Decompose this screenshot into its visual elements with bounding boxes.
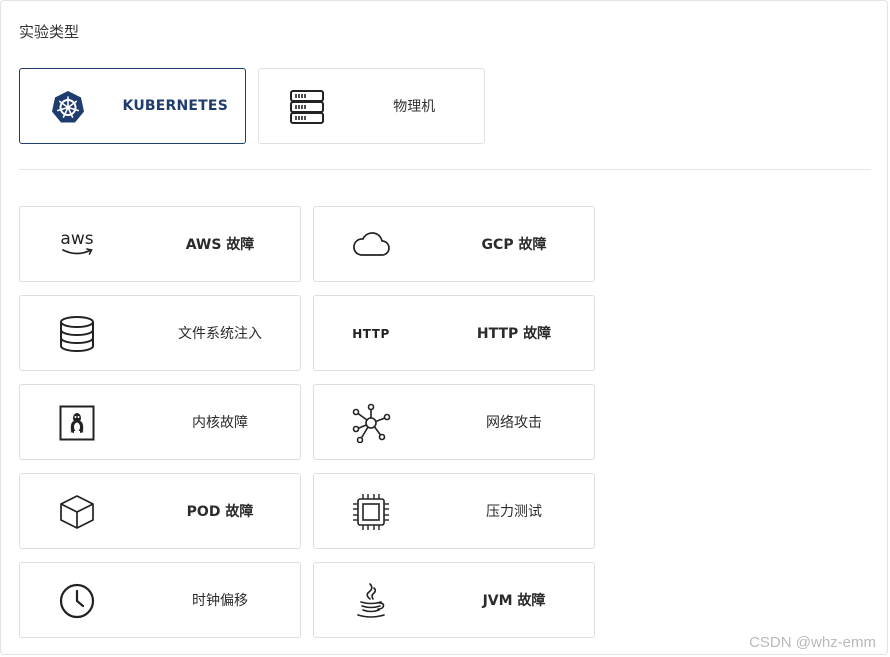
fault-label-stress: 压力测试 bbox=[486, 504, 542, 520]
svg-text:aws: aws bbox=[60, 229, 93, 249]
aws-icon: aws bbox=[56, 224, 98, 266]
fault-label-network: 网络攻击 bbox=[486, 415, 542, 431]
fault-label-aws: AWS 故障 bbox=[185, 237, 255, 253]
cpu-icon bbox=[350, 491, 392, 533]
server-icon bbox=[287, 87, 327, 127]
fault-card-clock[interactable]: 时钟偏移 bbox=[19, 562, 301, 638]
fault-label-jvm: JVM 故障 bbox=[482, 593, 546, 609]
section-title: 实验类型 bbox=[19, 23, 80, 41]
watermark: CSDN @whz-emm bbox=[749, 634, 876, 651]
type-label-kubernetes: KUBERNETES bbox=[122, 98, 228, 114]
fault-label-filesystem: 文件系统注入 bbox=[178, 326, 262, 342]
java-icon bbox=[350, 580, 392, 622]
linux-icon bbox=[56, 402, 98, 444]
fault-label-pod: POD 故障 bbox=[186, 504, 254, 520]
fault-label-gcp: GCP 故障 bbox=[481, 237, 547, 253]
fault-label-kernel: 内核故障 bbox=[192, 415, 248, 431]
fault-card-stress[interactable]: 压力测试 bbox=[313, 473, 595, 549]
fault-card-filesystem[interactable]: 文件系统注入 bbox=[19, 295, 301, 371]
fault-card-pod[interactable]: POD 故障 bbox=[19, 473, 301, 549]
fault-card-jvm[interactable]: JVM 故障 bbox=[313, 562, 595, 638]
fault-card-aws[interactable]: aws AWS 故障 bbox=[19, 206, 301, 282]
fault-card-http[interactable]: HTTP HTTP 故障 bbox=[313, 295, 595, 371]
database-icon bbox=[56, 313, 98, 355]
fault-card-gcp[interactable]: GCP 故障 bbox=[313, 206, 595, 282]
network-icon bbox=[350, 402, 392, 444]
kubernetes-icon bbox=[48, 87, 88, 127]
fault-label-clock: 时钟偏移 bbox=[192, 593, 248, 609]
type-card-physical-machine[interactable]: 物理机 bbox=[258, 68, 485, 144]
fault-label-http: HTTP 故障 bbox=[476, 326, 552, 342]
type-card-kubernetes[interactable]: KUBERNETES bbox=[19, 68, 246, 144]
cube-icon bbox=[56, 491, 98, 533]
cloud-icon bbox=[350, 224, 392, 266]
clock-icon bbox=[56, 580, 98, 622]
divider bbox=[19, 169, 871, 170]
fault-card-kernel[interactable]: 内核故障 bbox=[19, 384, 301, 460]
fault-card-network[interactable]: 网络攻击 bbox=[313, 384, 595, 460]
http-icon: HTTP bbox=[352, 327, 390, 341]
experiment-type-panel: 实验类型 KUBERNETES 物理机 aws AWS 故障 GCP 故障 文件… bbox=[0, 0, 888, 655]
type-label-physical-machine: 物理机 bbox=[393, 99, 436, 115]
